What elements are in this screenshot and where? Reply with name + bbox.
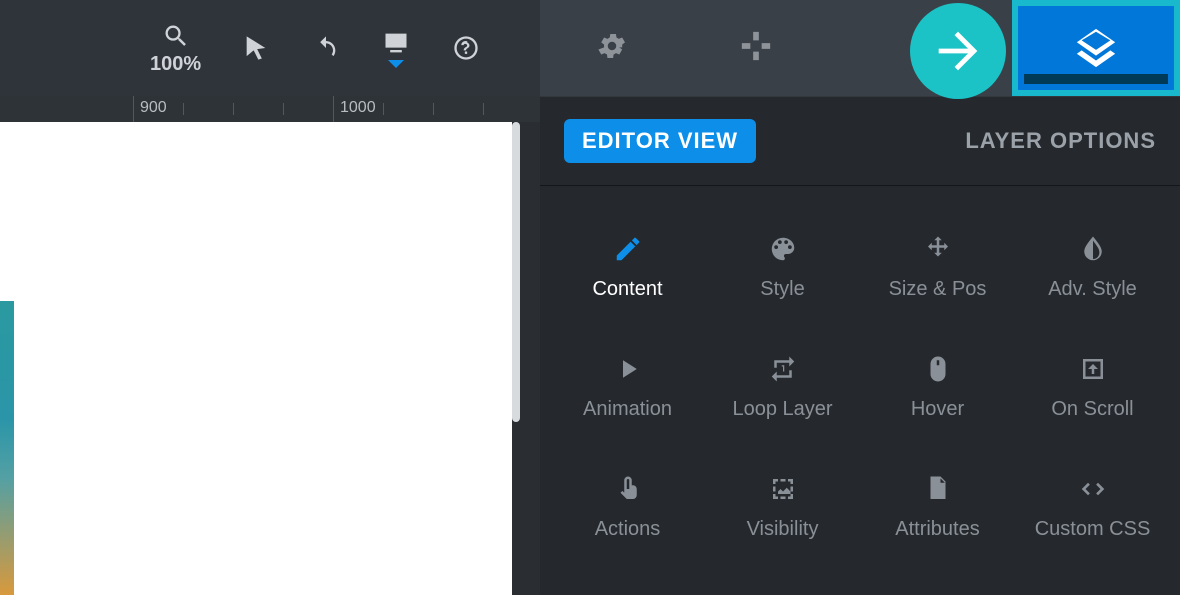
section-tab-visibility[interactable]: Visibility	[705, 446, 860, 566]
canvas-whitespace[interactable]	[0, 122, 512, 595]
layers-icon	[1073, 25, 1119, 71]
code-icon	[1076, 472, 1110, 506]
pencil-icon	[611, 232, 645, 266]
section-label: Attributes	[895, 518, 979, 541]
section-label: Hover	[911, 398, 964, 421]
zoom-tool[interactable]: 100%	[150, 21, 201, 76]
canvas-scrollbar[interactable]	[512, 122, 520, 422]
undo-icon	[311, 33, 341, 63]
screen-icon	[381, 28, 411, 58]
ruler-subtick	[283, 103, 284, 115]
ruler-subtick	[183, 103, 184, 115]
next-step-button[interactable]	[910, 3, 1006, 99]
select-tool[interactable]	[241, 33, 271, 63]
section-label: Style	[760, 278, 804, 301]
section-tab-looplayer[interactable]: Loop Layer	[705, 326, 860, 446]
help-button[interactable]	[451, 33, 481, 63]
panel-header: EDITOR VIEW LAYER OPTIONS	[540, 96, 1180, 186]
section-label: Content	[592, 278, 662, 301]
section-label: Visibility	[747, 518, 819, 541]
ruler-subtick	[383, 103, 384, 115]
section-label: Loop Layer	[732, 398, 832, 421]
section-label: Animation	[583, 398, 672, 421]
section-tab-advstyle[interactable]: Adv. Style	[1015, 206, 1170, 326]
ruler-subtick	[233, 103, 234, 115]
dpad-icon	[739, 29, 773, 63]
image-dashed-icon	[766, 472, 800, 506]
preview-device-button[interactable]	[381, 28, 411, 68]
section-label: Adv. Style	[1048, 278, 1137, 301]
section-tab-customcss[interactable]: Custom CSS	[1015, 446, 1170, 566]
play-icon	[611, 352, 645, 386]
download-box-icon	[1076, 352, 1110, 386]
section-tab-onscroll[interactable]: On Scroll	[1015, 326, 1170, 446]
gear-icon	[595, 29, 629, 63]
toolbar-right-group	[540, 0, 1180, 96]
zoom-icon	[161, 21, 191, 51]
ruler-subtick	[433, 103, 434, 115]
horizontal-ruler[interactable]: 900 1000	[0, 96, 540, 122]
invert-icon	[1076, 232, 1110, 266]
repeat-one-icon	[766, 352, 800, 386]
section-label: Actions	[595, 518, 661, 541]
section-tab-content[interactable]: Content	[550, 206, 705, 326]
mouse-icon	[921, 352, 955, 386]
section-label: Custom CSS	[1035, 518, 1151, 541]
touch-icon	[611, 472, 645, 506]
layer-options-button[interactable]: LAYER OPTIONS	[965, 128, 1156, 154]
zoom-label: 100%	[150, 53, 201, 76]
top-toolbar: 100%	[0, 0, 1180, 96]
cursor-icon	[241, 33, 271, 63]
active-underline	[1024, 74, 1168, 84]
ruler-tick	[133, 96, 134, 122]
section-tab-animation[interactable]: Animation	[550, 326, 705, 446]
canvas-area: 900 1000	[0, 96, 540, 595]
section-tab-attributes[interactable]: Attributes	[860, 446, 1015, 566]
ruler-label: 900	[140, 99, 167, 117]
toolbar-left-group: 100%	[0, 0, 540, 96]
move-icon	[921, 232, 955, 266]
arrow-right-icon	[929, 22, 987, 80]
navigation-button[interactable]	[739, 29, 773, 68]
section-grid: Content Style Size & Pos Adv. Style Animatio…	[540, 186, 1180, 586]
ruler-label: 1000	[340, 99, 376, 117]
section-tab-actions[interactable]: Actions	[550, 446, 705, 566]
undo-button[interactable]	[311, 33, 341, 63]
help-icon	[451, 33, 481, 63]
section-tab-sizepos[interactable]: Size & Pos	[860, 206, 1015, 326]
canvas-image-edge	[0, 301, 14, 595]
section-tab-hover[interactable]: Hover	[860, 326, 1015, 446]
layers-panel-button[interactable]	[1012, 0, 1180, 96]
ruler-tick	[333, 96, 334, 122]
file-icon	[921, 472, 955, 506]
settings-button[interactable]	[595, 29, 629, 68]
caret-down-icon	[388, 60, 404, 68]
layer-panel: EDITOR VIEW LAYER OPTIONS Content Style Si…	[540, 96, 1180, 595]
editor-view-button[interactable]: EDITOR VIEW	[564, 119, 756, 163]
palette-icon	[766, 232, 800, 266]
section-tab-style[interactable]: Style	[705, 206, 860, 326]
section-label: Size & Pos	[889, 278, 987, 301]
section-label: On Scroll	[1051, 398, 1133, 421]
ruler-subtick	[483, 103, 484, 115]
